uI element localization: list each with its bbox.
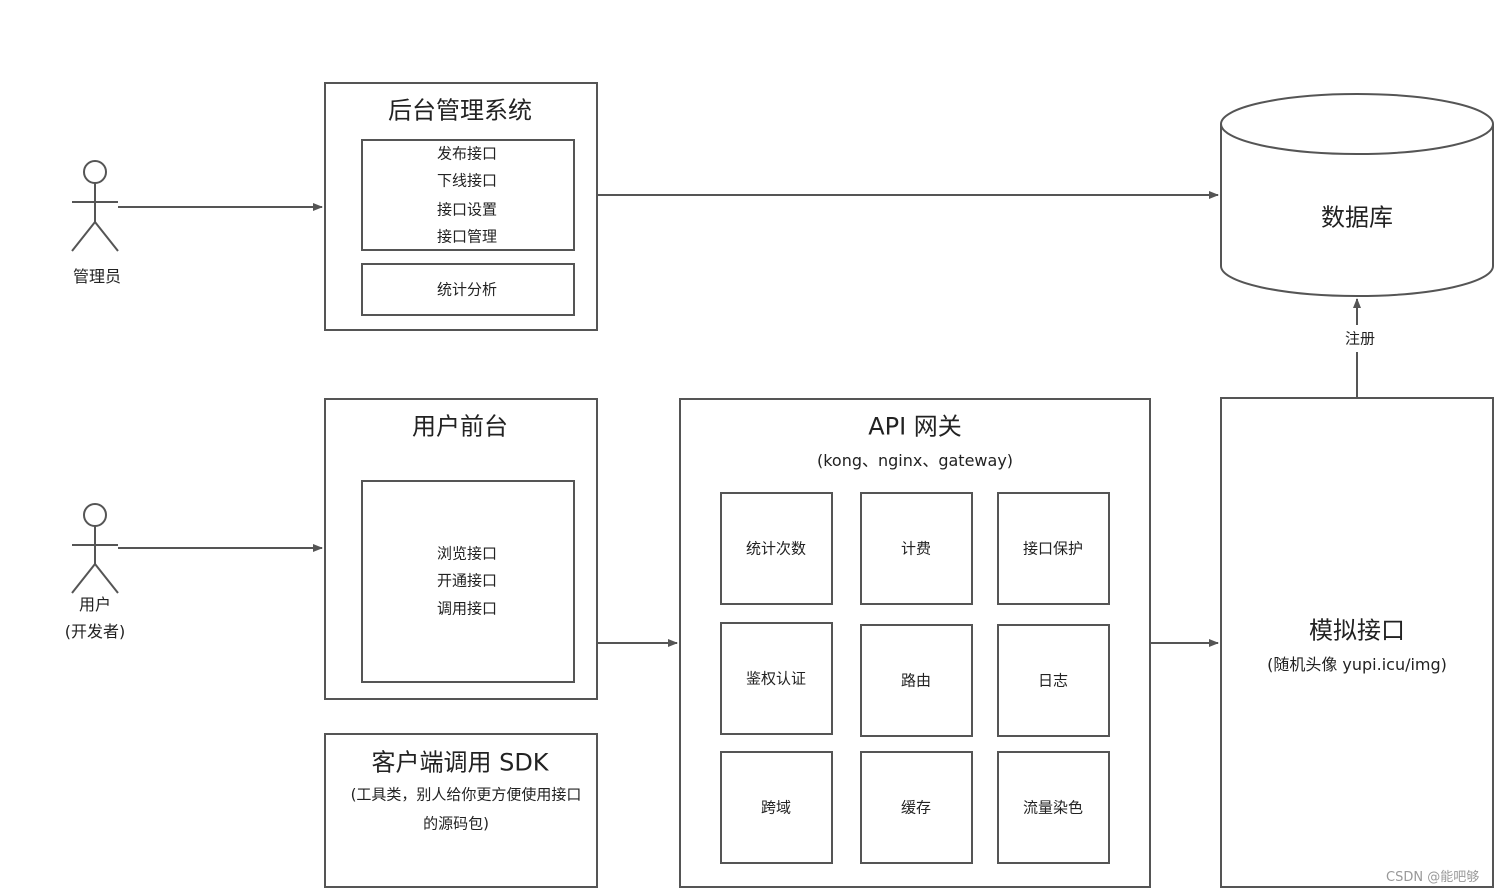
feature-item: 下线接口: [436, 171, 498, 190]
sdk-description: (工具类，别人给你更方便使用接口: [350, 785, 582, 804]
gateway-module-label: 缓存: [900, 798, 932, 817]
watermark: CSDN @能吧够: [1386, 870, 1480, 885]
user-sublabel: (开发者): [64, 622, 126, 641]
sdk-title: 客户端调用 SDK: [371, 748, 549, 777]
feature-item: 接口管理: [436, 227, 498, 246]
register-label: 注册: [1344, 329, 1376, 348]
feature-item: 开通接口: [436, 571, 498, 590]
gateway-title: API 网关: [868, 412, 962, 441]
stats-label: 统计分析: [436, 280, 498, 299]
database-cylinder: [1220, 93, 1494, 297]
mock-api-title: 模拟接口: [1309, 616, 1405, 645]
admin-actor-icon: [71, 160, 119, 252]
admin-label: 管理员: [72, 267, 122, 286]
admin-system-title: 后台管理系统: [388, 96, 532, 125]
feature-item: 发布接口: [436, 144, 498, 163]
gateway-module-label: 流量染色: [1022, 798, 1084, 817]
user-frontend-title: 用户前台: [412, 412, 508, 441]
user-actor-icon: [71, 503, 119, 594]
user-label: 用户: [78, 595, 112, 614]
database-label: 数据库: [1321, 203, 1393, 232]
gateway-module-label: 统计次数: [745, 539, 807, 558]
feature-item: 调用接口: [436, 599, 498, 618]
gateway-module-label: 接口保护: [1022, 539, 1084, 558]
gateway-module-label: 日志: [1037, 671, 1069, 690]
mock-api-subtitle: (随机头像 yupi.icu/img): [1267, 655, 1447, 674]
gateway-module-label: 跨域: [760, 798, 792, 817]
gateway-module-label: 计费: [900, 539, 932, 558]
feature-item: 浏览接口: [436, 544, 498, 563]
gateway-module-label: 路由: [900, 671, 932, 690]
gateway-module-label: 鉴权认证: [745, 669, 807, 688]
gateway-subtitle: (kong、nginx、gateway): [816, 451, 1014, 470]
sdk-description: 的源码包): [423, 814, 489, 833]
feature-item: 接口设置: [436, 200, 498, 219]
